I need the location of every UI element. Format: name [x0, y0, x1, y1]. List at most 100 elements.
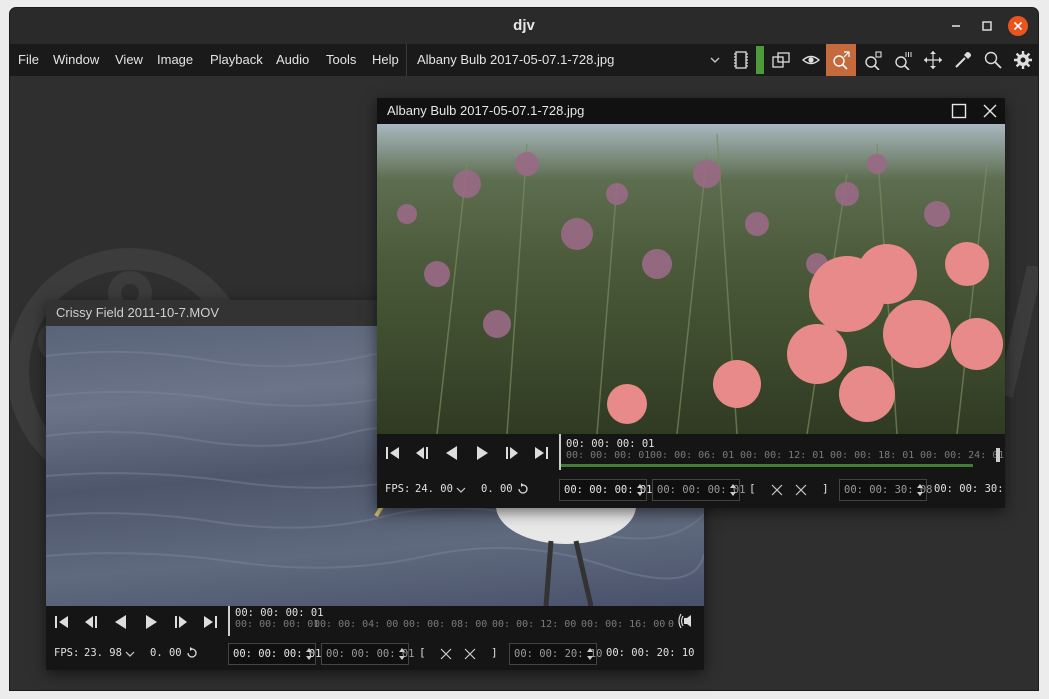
eye-button[interactable]	[796, 44, 826, 76]
skip-end-icon	[535, 447, 548, 459]
maximize-icon[interactable]	[951, 103, 967, 119]
albany-fps-value[interactable]: 24. 00	[415, 483, 453, 495]
move-icon	[924, 51, 942, 69]
settings-button[interactable]	[1008, 44, 1038, 76]
menu-file[interactable]: File	[18, 44, 39, 76]
magnify-icon	[984, 51, 1002, 69]
zoom-in-button[interactable]	[858, 44, 888, 76]
crissy-playback-bar: 00: 00: 00: 01 00: 00: 00: 01 00: 00: 04…	[46, 606, 704, 638]
magnify-button[interactable]	[978, 44, 1008, 76]
albany-bulb-window[interactable]: Albany Bulb 2017-05-07.1-728.jpg 00: 00:…	[377, 98, 1005, 508]
app-title: djv	[513, 17, 535, 34]
crissy-tick-3: 00: 00: 12: 00	[492, 619, 577, 630]
menu-image[interactable]: Image	[157, 44, 193, 76]
clear-in-icon[interactable]	[440, 648, 452, 660]
crissy-audio-button[interactable]	[678, 610, 702, 632]
albany-playback-bar: 00: 00: 00: 01 00: 00: 00: 01 00: 00: 06…	[377, 434, 1005, 474]
workspace: Crissy Field 2011-10-7.MOV 00: 00: 00: 0…	[10, 76, 1038, 690]
albany-go-start-button[interactable]	[381, 442, 405, 464]
loop-icon[interactable]	[185, 646, 199, 660]
skip-start-icon	[386, 447, 399, 459]
clear-in-icon[interactable]	[771, 484, 783, 496]
crissy-tick-5: 0	[668, 619, 675, 630]
albany-next-frame-button[interactable]	[500, 442, 524, 464]
zoom-reset-button[interactable]	[888, 44, 918, 76]
settings-icon	[1014, 51, 1032, 69]
crissy-play-button[interactable]	[139, 611, 163, 633]
albany-prev-frame-button[interactable]	[410, 442, 434, 464]
crissy-fps-value[interactable]: 23. 98	[84, 647, 122, 659]
close-icon	[1008, 16, 1028, 36]
spinner-icon	[917, 484, 923, 496]
albany-set-in-button[interactable]: [	[749, 482, 756, 495]
crissy-prev-frame-button[interactable]	[79, 611, 103, 633]
skip-start-icon	[55, 616, 68, 628]
crissy-fps-label: FPS:	[54, 647, 80, 659]
crissy-info-bar: FPS: 23. 98 0. 00 00: 00: 00: 01 00: 00:…	[46, 638, 704, 670]
crissy-out-point-field[interactable]: 00: 00: 20: 10	[509, 643, 603, 665]
albany-reverse-button[interactable]	[440, 442, 464, 464]
menu-window[interactable]: Window	[53, 44, 99, 76]
crissy-tick-4: 00: 00: 16: 00	[581, 619, 666, 630]
albany-in-point-field[interactable]: 00: 00: 00: 01	[559, 479, 653, 501]
menu-tools[interactable]: Tools	[326, 44, 356, 76]
file-selector[interactable]: Albany Bulb 2017-05-07.1-728.jpg	[406, 44, 726, 76]
albany-fps-label: FPS:	[385, 483, 411, 495]
menu-help[interactable]: Help	[372, 44, 399, 76]
chevron-down-icon[interactable]	[124, 648, 136, 660]
spinner-icon	[399, 648, 405, 660]
film-strip-icon	[734, 51, 748, 69]
crissy-go-start-button[interactable]	[50, 611, 74, 633]
eyedropper-button[interactable]	[948, 44, 978, 76]
albany-timeline-end-handle[interactable]	[996, 448, 1000, 462]
close-button[interactable]	[1008, 16, 1028, 36]
zoom-in-icon	[865, 51, 882, 70]
crissy-current-field[interactable]: 00: 00: 00: 01	[321, 643, 415, 665]
film-strip-button[interactable]	[726, 44, 756, 76]
move-button[interactable]	[918, 44, 948, 76]
next-frame-icon	[175, 616, 187, 628]
albany-go-end-button[interactable]	[529, 442, 553, 464]
close-icon[interactable]	[982, 103, 998, 119]
app-window: djv File Window View Image Playback Audi…	[10, 8, 1038, 690]
windowed-button[interactable]	[766, 44, 796, 76]
crissy-tick-1: 00: 00: 04: 00	[314, 619, 399, 630]
crissy-set-out-button[interactable]: ]	[491, 646, 498, 659]
menu-audio[interactable]: Audio	[276, 44, 309, 76]
albany-play-button[interactable]	[470, 442, 494, 464]
play-reverse-icon	[115, 615, 126, 629]
chevron-down-icon[interactable]	[455, 484, 467, 496]
crissy-tick-0: 00: 00: 00: 01	[235, 619, 320, 630]
menu-view[interactable]: View	[115, 44, 143, 76]
crissy-set-in-button[interactable]: [	[419, 646, 426, 659]
spinner-icon	[730, 484, 736, 496]
title-bar[interactable]: djv	[10, 8, 1038, 44]
crissy-speed-value: 0. 00	[150, 647, 182, 659]
clear-out-icon[interactable]	[464, 648, 476, 660]
albany-tick-1: 00: 00: 06: 01	[650, 450, 735, 461]
menu-bar: File Window View Image Playback Audio To…	[10, 44, 1038, 76]
crissy-next-frame-button[interactable]	[169, 611, 193, 633]
zoom-fit-button[interactable]	[826, 44, 856, 76]
eye-icon	[801, 55, 821, 65]
clear-out-icon[interactable]	[795, 484, 807, 496]
albany-current-field[interactable]: 00: 00: 00: 01	[652, 479, 746, 501]
albany-out-point-field[interactable]: 00: 00: 30: 08	[839, 479, 933, 501]
crissy-playhead[interactable]	[228, 606, 230, 636]
play-icon	[146, 615, 157, 629]
albany-tick-4: 00: 00: 24: 01	[920, 450, 1005, 461]
crissy-tick-2: 00: 00: 08: 00	[403, 619, 488, 630]
menu-playback[interactable]: Playback	[210, 44, 263, 76]
maximize-button[interactable]	[977, 16, 997, 36]
crissy-go-end-button[interactable]	[198, 611, 222, 633]
zoom-reset-icon	[895, 52, 912, 70]
albany-set-out-button[interactable]: ]	[822, 482, 829, 495]
albany-window-title: Albany Bulb 2017-05-07.1-728.jpg	[377, 98, 1005, 124]
crissy-in-point-field[interactable]: 00: 00: 00: 01	[228, 643, 322, 665]
crissy-reverse-button[interactable]	[109, 611, 133, 633]
loop-icon[interactable]	[516, 482, 530, 496]
albany-timeline-track[interactable]	[561, 464, 973, 467]
play-reverse-icon	[446, 446, 457, 460]
minimize-button[interactable]	[946, 16, 966, 36]
spinner-icon	[306, 648, 312, 660]
